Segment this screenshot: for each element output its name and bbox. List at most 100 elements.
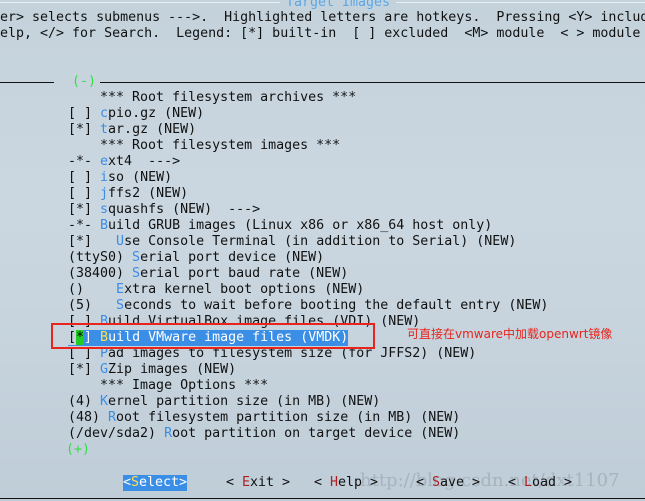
item-prefix: [*]: [68, 122, 101, 137]
item-hotkey: R: [108, 410, 117, 425]
item-prefix: (ttyS0): [68, 250, 133, 265]
menu-title: Target Images: [280, 0, 397, 10]
button-hk: S: [432, 475, 441, 490]
item-label: pio.gz (NEW): [108, 106, 205, 121]
button-hk: L: [524, 475, 533, 490]
item-prefix: -*-: [68, 154, 101, 169]
item-hotkey: S: [116, 298, 125, 313]
item-prefix: [ ]: [68, 170, 101, 185]
item-hotkey: e: [100, 154, 109, 169]
item-prefix: [*]: [68, 202, 101, 217]
item-label: oot partition on target device (NEW): [172, 426, 461, 441]
item-prefix: *** Image Options ***: [68, 378, 269, 393]
item-hotkey: c: [100, 106, 109, 121]
item-label: quashfs (NEW) --->: [108, 202, 261, 217]
menu-item[interactable]: [ ] cpio.gz (NEW): [68, 106, 204, 122]
button-post: oad >: [532, 475, 573, 490]
menu-item: *** Root filesystem archives ***: [68, 90, 356, 106]
menu-item: *** Image Options ***: [68, 378, 268, 394]
item-label: ernel partition size (in MB) (NEW): [108, 394, 381, 409]
menu-item: *** Root filesystem images ***: [68, 138, 340, 154]
button-pre: <: [314, 475, 331, 490]
item-prefix: -*-: [68, 218, 101, 233]
menu-item[interactable]: [*] Use Console Terminal (in addition to…: [68, 234, 516, 250]
item-label: ar.gz (NEW): [108, 122, 197, 137]
item-hotkey: t: [100, 122, 109, 137]
item-label: xt4 --->: [108, 154, 181, 169]
help-line-1: er> selects submenus --->. Highlighted l…: [0, 10, 645, 25]
item-prefix: (): [68, 282, 117, 297]
item-label: econds to wait before booting the defaul…: [124, 298, 549, 313]
button-post: xit >: [250, 475, 291, 490]
annotation-highlight-box: [51, 323, 375, 349]
item-hotkey: K: [100, 394, 109, 409]
button-pre: <: [416, 475, 433, 490]
menu-border-top-right: [100, 82, 645, 83]
select-button[interactable]: <Select>: [123, 475, 188, 491]
item-label: se Console Terminal (in addition to Seri…: [124, 234, 517, 249]
menu-item[interactable]: (48) Root filesystem partition size (in …: [68, 410, 460, 426]
item-hotkey: S: [132, 266, 141, 281]
item-hotkey: R: [164, 426, 173, 441]
menu-item[interactable]: [ ] jffs2 (NEW): [68, 186, 188, 202]
menu-item[interactable]: (38400) Serial port baud rate (NEW): [68, 266, 348, 282]
item-prefix: (38400): [68, 266, 133, 281]
item-prefix: (5): [68, 298, 117, 313]
button-pre: <: [226, 475, 243, 490]
item-label: xtra kernel boot options (NEW): [124, 282, 365, 297]
item-label: ffs2 (NEW): [108, 186, 189, 201]
menu-border-bottom: [0, 498, 645, 499]
menu-item[interactable]: [ ] iso (NEW): [68, 170, 172, 186]
save-button[interactable]: < Save >: [416, 475, 480, 491]
item-label: erial port baud rate (NEW): [140, 266, 349, 281]
menu-item[interactable]: [*] squashfs (NEW) --->: [68, 202, 260, 218]
item-prefix: [*]: [68, 362, 101, 377]
load-button[interactable]: < Load >: [508, 475, 572, 491]
button-post: ave >: [440, 475, 481, 490]
item-prefix: *** Root filesystem archives ***: [68, 90, 357, 105]
item-prefix: [ ]: [68, 106, 101, 121]
scroll-up-indicator[interactable]: (-): [72, 74, 96, 90]
item-label: oot filesystem partition size (in MB) (N…: [116, 410, 461, 425]
item-hotkey: B: [100, 218, 109, 233]
button-pre: <: [508, 475, 525, 490]
item-hotkey: j: [100, 186, 109, 201]
button-pre: <: [123, 475, 132, 490]
menu-item[interactable]: [*] GZip images (NEW): [68, 362, 236, 378]
menu-item[interactable]: () Extra kernel boot options (NEW): [68, 282, 364, 298]
item-prefix: (/dev/sda2): [68, 426, 165, 441]
menu-item[interactable]: (/dev/sda2) Root partition on target dev…: [68, 426, 460, 442]
item-prefix: (48): [68, 410, 109, 425]
button-hk: E: [242, 475, 251, 490]
help-button[interactable]: < Help >: [314, 475, 378, 491]
exit-button[interactable]: < Exit >: [226, 475, 290, 491]
watermark: http://blog.csdn.net/dxt1107: [360, 470, 620, 491]
item-prefix: [ ]: [68, 186, 101, 201]
menu-item[interactable]: -*- ext4 --->: [68, 154, 180, 170]
item-hotkey: E: [116, 282, 125, 297]
item-prefix: [*]: [68, 234, 117, 249]
item-prefix: (4): [68, 394, 101, 409]
button-post: elp >: [338, 475, 379, 490]
button-hk: S: [131, 475, 140, 490]
item-label: uild GRUB images (Linux x86 or x86_64 ho…: [108, 218, 493, 233]
help-line-2: elp, </> for Search. Legend: [*] built-i…: [0, 26, 645, 41]
item-hotkey: s: [100, 202, 109, 217]
item-hotkey: U: [116, 234, 125, 249]
menu-item[interactable]: (4) Kernel partition size (in MB) (NEW): [68, 394, 380, 410]
item-prefix: *** Root filesystem images ***: [68, 138, 341, 153]
button-post: elect>: [139, 475, 188, 490]
item-hotkey: G: [100, 362, 109, 377]
button-hk: H: [330, 475, 339, 490]
annotation-text: 可直接在vmware中加载openwrt镜像: [407, 327, 613, 341]
menu-item[interactable]: [*] tar.gz (NEW): [68, 122, 196, 138]
item-label: Zip images (NEW): [108, 362, 237, 377]
menu-item[interactable]: (5) Seconds to wait before booting the d…: [68, 298, 548, 314]
item-label: so (NEW): [108, 170, 173, 185]
item-hotkey: i: [100, 170, 109, 185]
menu-item[interactable]: (ttyS0) Serial port device (NEW): [68, 250, 324, 266]
item-label: erial port device (NEW): [140, 250, 325, 265]
item-hotkey: S: [132, 250, 141, 265]
scroll-down-indicator[interactable]: (+): [66, 442, 90, 458]
menu-item[interactable]: -*- Build GRUB images (Linux x86 or x86_…: [68, 218, 492, 234]
